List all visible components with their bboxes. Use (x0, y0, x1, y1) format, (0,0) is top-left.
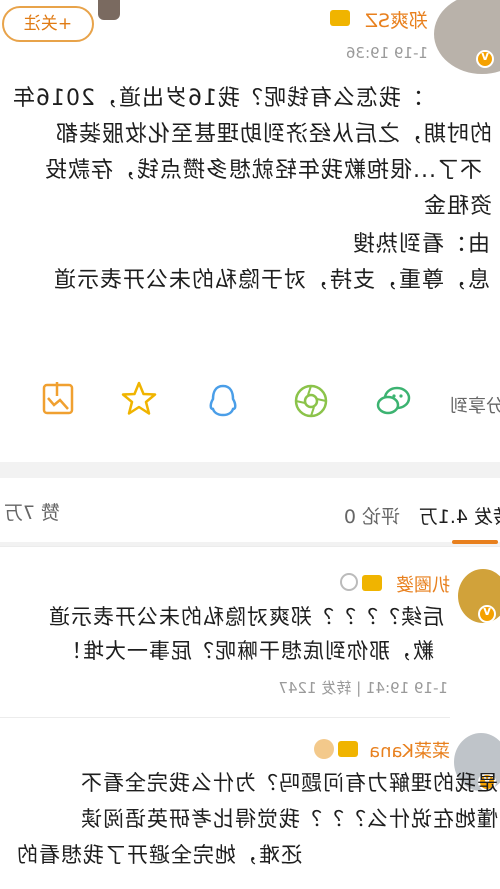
vip-crown-icon (338, 741, 358, 757)
post-author-name[interactable]: 郑爽SZ (365, 6, 428, 33)
comment-text-line: 还难，她完全避开了我想看的 (16, 843, 302, 867)
share-label: 分享到 (450, 396, 500, 417)
active-tab-indicator (452, 540, 498, 544)
post-text-line: ：我怎么有钱呢？我16岁出道，2016年 (12, 86, 424, 111)
post-text-line: 由：看到热搜 (351, 232, 490, 257)
medal-icon (340, 573, 358, 591)
tab-repost[interactable]: 转发 4.1万 (419, 502, 500, 529)
verified-badge-icon (478, 605, 496, 623)
vip-crown-icon (330, 10, 350, 26)
tab-likes[interactable]: 赞 7万 (4, 498, 60, 525)
verified-badge-icon (476, 50, 494, 68)
comment-author[interactable]: 扒圈婆 (396, 571, 450, 597)
moments-icon[interactable] (292, 382, 330, 420)
comment-text-line: 后续？？？？郑爽对隐私的未公开表示道 (48, 605, 444, 629)
comment-author[interactable]: 菜菜Kana (369, 737, 450, 763)
post-timestamp: 1-19 19:36 (345, 44, 428, 62)
comment-meta: 1-19 19:41 | 转发 1247 (278, 679, 448, 697)
post-text-line: 资租金 (422, 194, 492, 219)
save-image-icon[interactable] (38, 380, 76, 418)
follow-button[interactable]: +关注 (2, 6, 94, 42)
tab-comments[interactable]: 评论 0 (344, 502, 400, 529)
comment-text-line: 歉，那你到底想干嘛呢？屁事一大堆！ (60, 639, 434, 663)
post-card: 郑爽SZ 1-19 19:36 +关注 ：我怎么有钱呢？我16岁出道，2016年… (0, 0, 500, 462)
comment-divider (0, 717, 450, 718)
comment-list: 扒圈婆 后续？？？？郑爽对隐私的未公开表示道 歉，那你到底想干嘛呢？屁事一大堆！… (0, 547, 500, 889)
post-text-line: 不了...很抱歉我年轻就想多攒点钱，存款投 (44, 158, 482, 183)
header-thumbnail (98, 0, 120, 20)
qq-icon[interactable] (204, 382, 242, 420)
post-text-line: 息，尊重，支持，对于隐私的未公开表示道 (52, 268, 490, 293)
comment-text-line: 懂她在说什么？？？我觉得比考研英语阅读 (80, 807, 498, 831)
wechat-icon[interactable] (374, 382, 412, 420)
post-text-line: 的时期，之后从经济到助理甚至化妆服装都 (54, 122, 492, 147)
emoji-badge-icon (314, 739, 334, 759)
comment-text-line: 是我的理解力有问题吗？为什么我完全看不 (80, 771, 498, 795)
vip-crown-icon (362, 575, 382, 591)
post-tabs: 转发 4.1万 评论 0 赞 7万 (0, 478, 500, 544)
favorite-icon[interactable] (120, 380, 158, 418)
